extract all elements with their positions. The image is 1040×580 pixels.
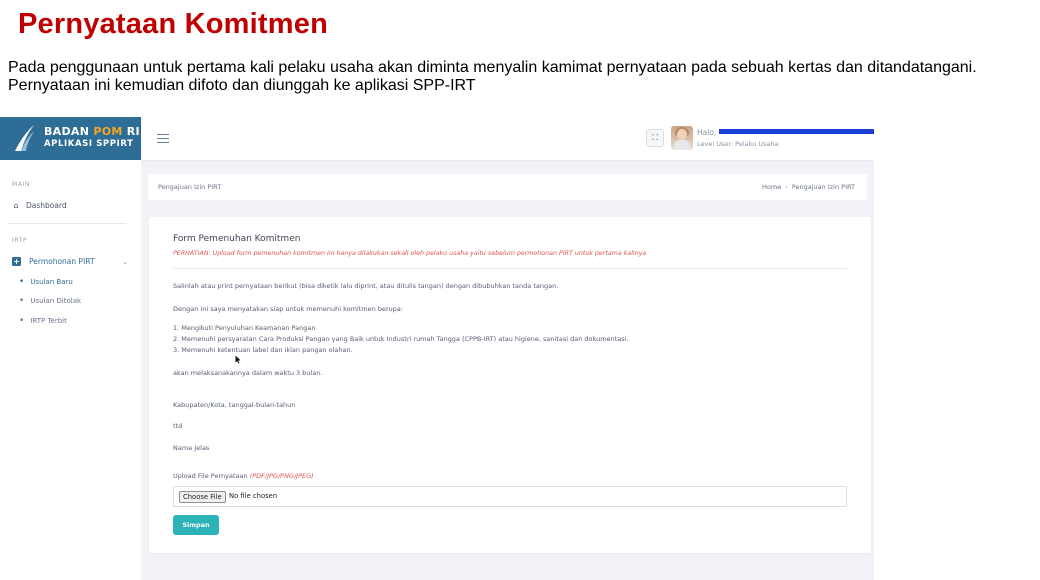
fullscreen-icon[interactable]: ⛶ — [646, 129, 664, 147]
mouse-cursor-icon — [235, 355, 241, 364]
sidebar-item-label: Dashboard — [26, 201, 67, 210]
sidebar-heading-irtp: IRTP — [12, 237, 28, 244]
sidebar-item-irtp-terbit[interactable]: • IRTP Terbit — [19, 316, 67, 325]
place-date-text: Kabupaten/Kota, tanggal-bulan-tahun — [173, 401, 296, 409]
deadline-text: akan melaksanakannya dalam waktu 3 bulan… — [173, 369, 323, 377]
menu-toggle-icon[interactable] — [157, 134, 169, 143]
sidebar-heading-main: MAIN — [12, 181, 30, 188]
sidebar-item-label: Permohonan PIRT — [29, 257, 95, 266]
plus-square-icon: + — [12, 257, 21, 266]
sidebar-item-usulan-baru[interactable]: • Usulan Baru — [19, 277, 73, 286]
intro-text: Dengan ini saya menyatakan siap untuk me… — [173, 305, 404, 313]
form-warning: PERHATIAN: Upload form pemenuhan komitme… — [173, 250, 647, 257]
sidebar: MAIN ⌂ Dashboard IRTP + Permohonan PIRT … — [0, 160, 141, 580]
commitment-item: 1. Mengikuti Penyuluhan Keamanan Pangan — [173, 324, 316, 332]
commitment-item: 2. Memenuhi persyaratan Cara Produksi Pa… — [173, 335, 629, 343]
breadcrumb: Pengajuan Izin PIRT Home › Pengajuan Izin … — [148, 174, 867, 200]
form-title: Form Pemenuhan Komitmen — [173, 234, 301, 244]
signature-text: ttd — [173, 422, 183, 430]
app-logo[interactable]: BADAN POM RI APLIKASI SPPIRT — [0, 117, 141, 160]
slide-title: Pernyataan Komitmen — [18, 8, 328, 40]
breadcrumb-current: Pengajuan Izin PIRT — [791, 183, 855, 191]
breadcrumb-trail: Home › Pengajuan Izin PIRT — [762, 183, 855, 191]
sidebar-divider — [8, 223, 126, 224]
page-heading: Pengajuan Izin PIRT — [158, 183, 222, 191]
divider — [173, 268, 847, 269]
file-upload-input[interactable]: Choose File No file chosen — [173, 486, 847, 507]
logo-title: BADAN POM RI — [44, 125, 140, 138]
slide-margin — [874, 117, 1040, 580]
instruction-text: Salinlah atau print pernyataan berikut (… — [173, 282, 559, 290]
upload-label: Upload File Pernyataan (PDF/JPG/PNG/JPEG… — [173, 472, 314, 480]
bpom-logo-icon — [15, 125, 34, 151]
chevron-down-icon: ⌄ — [122, 257, 128, 266]
slide-description: Pada penggunaan untuk pertama kali pelak… — [8, 59, 977, 94]
full-name-text: Nama Jelas — [173, 444, 210, 452]
sidebar-item-permohonan-pirt[interactable]: + Permohonan PIRT ⌄ — [12, 257, 128, 266]
sidebar-item-dashboard[interactable]: ⌂ Dashboard — [12, 200, 67, 210]
home-icon: ⌂ — [13, 200, 19, 210]
save-button[interactable]: Simpan — [173, 515, 219, 535]
user-level: Level User: Pelaku Usaha — [697, 140, 779, 148]
commitment-item: 3. Memenuhi ketentuan label dan iklan pa… — [173, 346, 353, 354]
choose-file-button[interactable]: Choose File — [179, 491, 226, 503]
app-screenshot: BADAN POM RI APLIKASI SPPIRT ⛶ Halo, Lev… — [0, 117, 874, 580]
file-status-text: No file chosen — [229, 492, 278, 500]
user-greeting: Halo, — [697, 128, 717, 137]
top-bar: ⛶ Halo, Level User: Pelaku Usaha — [141, 117, 874, 160]
breadcrumb-home-link[interactable]: Home — [762, 183, 781, 191]
slide-page: Pernyataan Komitmen Pada penggunaan untu… — [0, 0, 1040, 580]
redacted-username — [719, 129, 874, 134]
sidebar-item-usulan-ditolak[interactable]: • Usulan Ditolak — [19, 296, 81, 305]
avatar[interactable] — [671, 126, 693, 150]
form-card: Form Pemenuhan Komitmen PERHATIAN: Uploa… — [149, 217, 871, 553]
logo-subtitle: APLIKASI SPPIRT — [44, 139, 134, 149]
